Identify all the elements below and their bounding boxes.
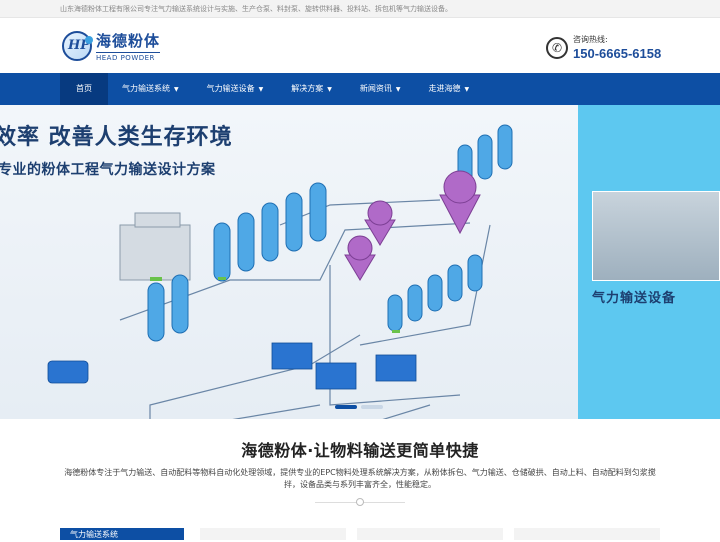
logo-icon: HP [62,31,93,61]
nav-item-equipment[interactable]: 气力输送设备 ▼ [193,73,278,105]
caret-down-icon: ▼ [327,86,332,93]
intro-section: 海德粉体·让物料输送更简单快捷 海德粉体专注于气力输送、自动配料等物料自动化处理… [0,419,720,507]
caret-down-icon: ▼ [395,86,401,93]
nav-item-label: 首页 [76,84,92,93]
top-announcement: 山东海德粉体工程有限公司专注气力输送系统设计与实施、生产仓泵、料封泵、旋转供料器… [0,0,720,18]
site-header: HP 海德粉体 HEAD POWDER ✆ 咨询热线: 150-6665-615… [0,18,720,73]
caret-down-icon: ▼ [174,86,179,93]
products-row: 气力输送系统 [60,528,660,540]
banner-side-panel: 气力输送设备 [578,105,720,419]
product-card[interactable] [514,528,660,540]
nav-item-news[interactable]: 新闻资讯 ▼ [346,73,415,105]
nav-item-label: 解决方案 [291,84,324,93]
nav-item-systems[interactable]: 气力输送系统 ▼ [108,73,193,105]
nav-item-solutions[interactable]: 解决方案 ▼ [277,73,346,105]
nav-item-about[interactable]: 走进海德 ▼ [415,73,484,105]
logo-name-cn: 海德粉体 [96,32,161,50]
category-tab[interactable]: 气力输送系统 [60,528,184,540]
nav-item-label: 新闻资讯 [359,84,392,93]
hotline-label: 咨询热线: [573,35,608,44]
caret-down-icon: ▼ [258,86,264,93]
side-panel-caption: 气力输送设备 [592,291,677,306]
divider-dot-icon [356,498,364,506]
caret-down-icon: ▼ [464,86,470,93]
slider-dot[interactable] [361,405,383,409]
process-flow-illustration [47,124,513,419]
hero-banner[interactable]: 效率 改善人类生存环境 专业的粉体工程气力输送设计方案 气力输送设备 [0,105,720,419]
intro-description: 海德粉体专注于气力输送、自动配料等物料自动化处理领域，提供专业的EPC物料处理系… [64,468,656,489]
nav-item-label: 气力输送设备 [206,84,255,93]
phone-icon: ✆ [546,36,568,59]
product-card[interactable] [200,528,346,540]
product-card[interactable] [357,528,503,540]
hotline-number[interactable]: 150-6665-6158 [573,46,661,61]
main-nav: 首页 气力输送系统 ▼ 气力输送设备 ▼ 解决方案 ▼ 新闻资讯 ▼ 走进海德 ▼ [0,73,720,105]
logo-name-en: HEAD POWDER [96,52,161,62]
intro-title: 海德粉体·让物料输送更简单快捷 [241,441,479,460]
site-logo[interactable]: HP 海德粉体 HEAD POWDER [62,30,161,62]
hotline: ✆ 咨询热线: 150-6665-6158 [546,34,661,61]
equipment-photo [592,191,720,281]
nav-item-home[interactable]: 首页 [60,73,108,105]
nav-item-label: 走进海德 [428,84,461,93]
slider-dot-active[interactable] [335,405,357,409]
logo-mark-text: HP [68,38,91,53]
nav-item-label: 气力输送系统 [122,84,170,93]
section-divider [315,497,405,507]
